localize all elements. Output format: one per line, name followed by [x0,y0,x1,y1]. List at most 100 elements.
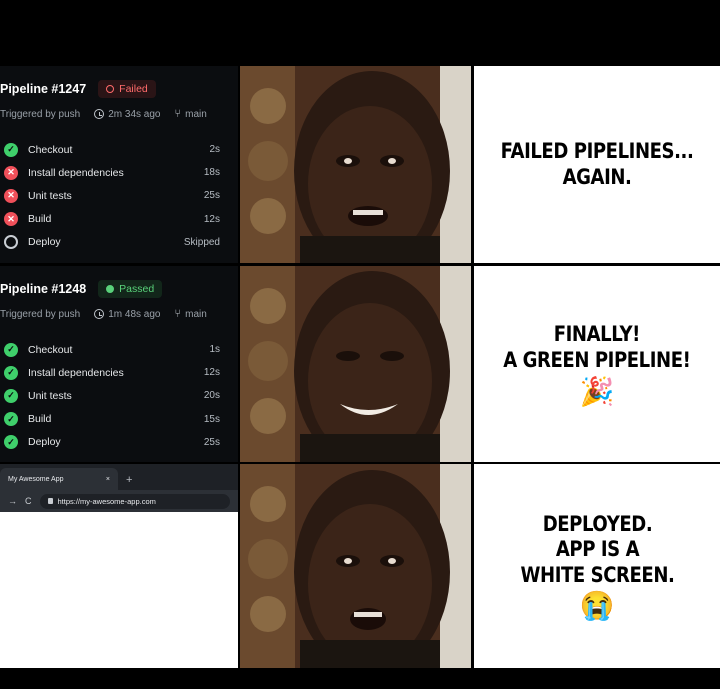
pipeline-steps: ✓ Checkout 1s ✓ Install dependencies 12s ✓ Unit… [4,338,220,454]
pipeline-step-row[interactable]: ✓ Checkout 1s [4,338,220,361]
check-circle-icon: ✓ [4,342,18,357]
check-circle-icon: ✓ [4,365,18,380]
forward-arrow-icon[interactable]: → [8,496,17,506]
status-label: Failed [119,83,148,95]
caption-panel-3: DEPLOYED. APP IS A WHITE SCREEN. 😭 [474,464,720,668]
branch-name: main [185,308,207,320]
pipeline-step-row[interactable]: Deploy Skipped [4,231,220,254]
caption-line: WHITE SCREEN. [520,562,674,587]
step-duration: 12s [203,367,220,379]
step-duration: 20s [203,390,220,402]
step-duration: 15s [203,413,220,425]
passed-status-icon [106,285,115,293]
step-duration: 2s [209,144,220,156]
party-popper-icon: 🎉 [579,375,615,407]
step-name: Deploy [28,236,61,249]
skipped-circle-icon [4,235,18,250]
caption-line: FINALLY! [553,322,641,347]
meme-row-1: Pipeline #1247 Failed Triggered by push … [0,66,720,263]
pipeline-header: Pipeline #1247 Failed [0,80,156,98]
close-tab-icon[interactable]: × [106,476,110,483]
address-bar[interactable]: https://my-awesome-app.com [39,493,230,509]
branch-item[interactable]: ⑂ main [175,308,207,320]
caption-text-3: DEPLOYED. APP IS A WHITE SCREEN. [520,512,674,589]
browser-toolbar: → C https://my-awesome-app.com [0,490,238,512]
check-circle-icon: ✓ [4,435,18,450]
pipeline-step-row[interactable]: ✕ Build 12s [4,208,220,231]
step-name: Unit tests [28,189,72,202]
pipeline-step-row[interactable]: ✕ Install dependencies 18s [4,161,220,184]
pipeline-step-row[interactable]: ✓ Checkout 2s [4,138,220,161]
step-name: Deploy [28,436,61,449]
lock-icon [47,498,53,504]
x-circle-icon: ✕ [4,165,18,180]
clock-icon [94,309,105,319]
pipeline-step-row[interactable]: ✓ Deploy 25s [4,431,220,454]
step-name: Build [28,213,52,226]
meme-row-3: My Awesome App × + → C https://my-awesom… [0,464,720,668]
step-name: Checkout [28,143,73,156]
trigger-text: Triggered by push [0,308,81,320]
caption-panel-2: FINALLY! A GREEN PIPELINE! 🎉 [474,266,720,462]
branch-item[interactable]: ⑂ main [175,108,207,120]
caption-line: APP IS A [555,537,639,562]
check-circle-icon: ✓ [4,388,18,403]
x-circle-icon: ✕ [4,212,18,227]
step-duration: 18s [203,167,220,179]
pipeline-header: Pipeline #1248 Passed [0,280,163,298]
caption-text-2: FINALLY! A GREEN PIPELINE! [503,322,691,373]
step-duration: Skipped [183,236,220,248]
step-duration: 25s [203,190,220,202]
status-label: Passed [119,283,155,295]
x-circle-icon: ✕ [4,188,18,203]
pipeline-meta: Triggered by push 2m 34s ago ⑂ main [0,108,207,120]
crying-face-icon: 😭 [579,590,615,622]
pipeline-title[interactable]: Pipeline #1248 [0,282,86,296]
step-name: Install dependencies [28,166,124,179]
branch-icon: ⑂ [174,108,182,120]
url-text: https://my-awesome-app.com [57,496,156,506]
caption-line: DEPLOYED. [542,511,652,536]
duration-text: 1m 48s ago [108,308,161,320]
trigger-text: Triggered by push [0,108,81,120]
duration-item: 1m 48s ago [94,308,161,320]
clock-icon [94,109,105,119]
failed-status-icon [106,85,115,93]
reaction-photo-disappointed [240,66,471,263]
status-badge-failed: Failed [98,80,156,98]
man-face-photo [240,464,471,668]
step-name: Unit tests [28,389,72,402]
pipeline-card-passed: Pipeline #1248 Passed Triggered by push … [0,266,238,462]
step-duration: 12s [203,213,220,225]
browser-tab[interactable]: My Awesome App × [0,468,118,490]
reload-icon[interactable]: C [25,496,32,506]
tab-title: My Awesome App [8,475,64,483]
branch-icon: ⑂ [174,308,182,320]
pipeline-steps: ✓ Checkout 2s ✕ Install dependencies 18s ✕ Unit… [4,138,220,254]
check-circle-icon: ✓ [4,412,18,427]
pipeline-card-failed: Pipeline #1247 Failed Triggered by push … [0,66,238,263]
check-circle-icon: ✓ [4,142,18,157]
step-name: Checkout [28,343,73,356]
caption-panel-1: FAILED PIPELINES... AGAIN. [474,66,720,263]
man-face-photo [240,66,471,263]
step-duration: 1s [209,344,220,356]
browser-window: My Awesome App × + → C https://my-awesom… [0,464,238,668]
meme-row-2: Pipeline #1248 Passed Triggered by push … [0,266,720,462]
reaction-photo-shocked [240,464,471,668]
pipeline-step-row[interactable]: ✓ Unit tests 20s [4,384,220,407]
duration-text: 2m 34s ago [108,108,161,120]
pipeline-step-row[interactable]: ✓ Build 15s [4,408,220,431]
caption-line: AGAIN. [562,164,632,189]
pipeline-step-row[interactable]: ✓ Install dependencies 12s [4,361,220,384]
pipeline-step-row[interactable]: ✕ Unit tests 25s [4,184,220,207]
reaction-photo-smiling [240,266,471,462]
pipeline-meta: Triggered by push 1m 48s ago ⑂ main [0,308,207,320]
new-tab-icon[interactable]: + [126,474,132,486]
browser-tab-bar: My Awesome App × + [0,464,238,490]
duration-item: 2m 34s ago [94,108,161,120]
pipeline-title[interactable]: Pipeline #1247 [0,82,86,96]
man-face-photo [240,266,471,462]
step-name: Build [28,413,52,426]
caption-line: FAILED PIPELINES... [500,138,694,163]
